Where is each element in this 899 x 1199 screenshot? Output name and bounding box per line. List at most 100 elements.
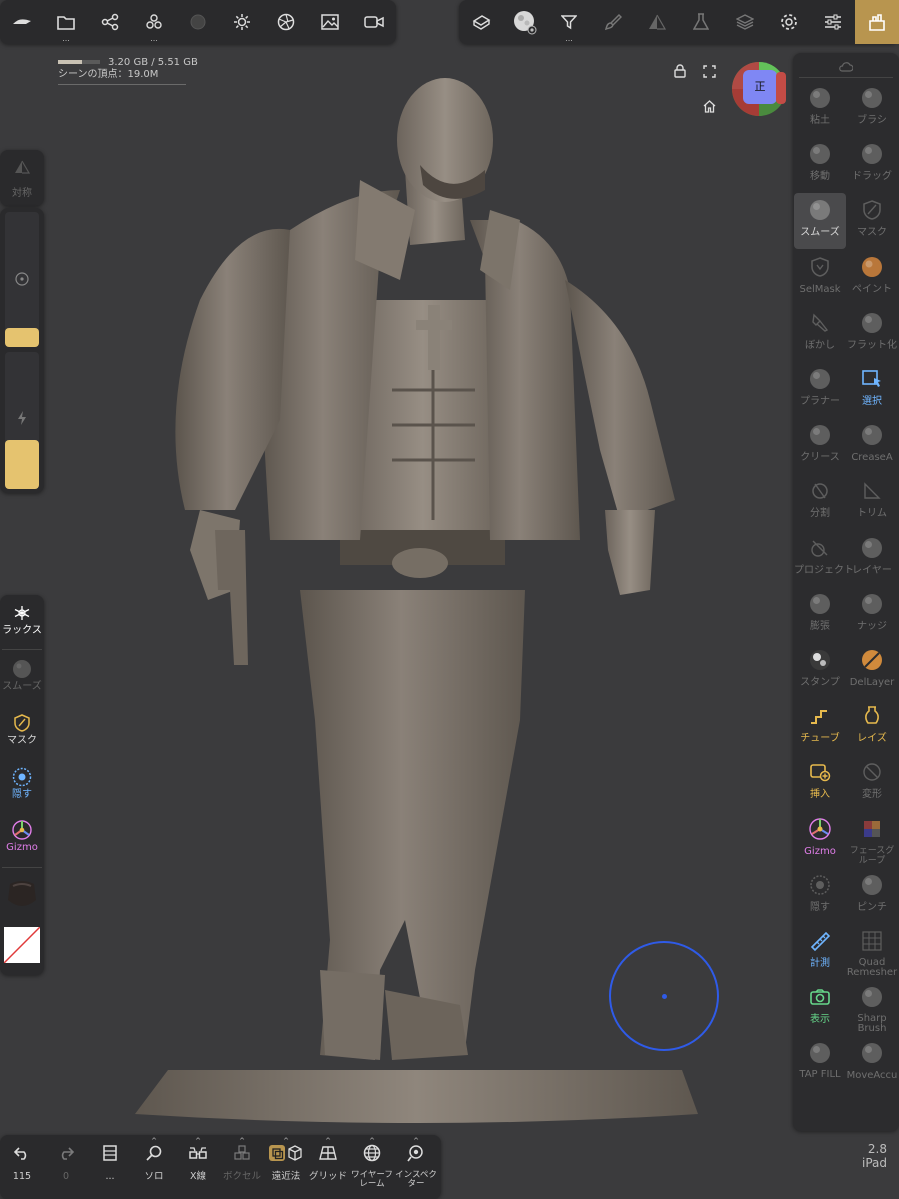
- paint-tools-button[interactable]: [591, 0, 635, 44]
- symmetry-panel[interactable]: 対称: [0, 150, 44, 206]
- lighting-button[interactable]: [220, 0, 264, 44]
- nudge-icon: [846, 587, 898, 621]
- mask-shortcut[interactable]: マスク: [0, 711, 44, 746]
- gizmo-shortcut[interactable]: Gizmo: [0, 818, 44, 853]
- tool-clay-brush[interactable]: 粘土: [794, 81, 846, 137]
- tool-measure[interactable]: 計測: [794, 924, 846, 980]
- material-preview[interactable]: [0, 875, 44, 913]
- tool-sharp-brush[interactable]: Sharp Brush: [846, 980, 898, 1036]
- bottom-xray-glasses-button[interactable]: ^ X線: [176, 1135, 220, 1191]
- tool-label: DelLayer: [849, 677, 895, 688]
- camera-button[interactable]: [352, 0, 396, 44]
- project-icon: [794, 531, 846, 565]
- tool-flatten[interactable]: フラット化: [846, 306, 898, 362]
- fullscreen-icon[interactable]: [700, 62, 718, 80]
- tool-project[interactable]: プロジェクト: [794, 531, 854, 587]
- tool-trim[interactable]: トリム: [846, 474, 898, 530]
- primitives-button[interactable]: ...: [132, 0, 176, 44]
- tool-paint[interactable]: ペイント: [846, 250, 898, 306]
- video-camera-icon: [364, 16, 384, 28]
- bottom-perspective-button[interactable]: ^ 遠近法: [262, 1135, 310, 1191]
- radius-slider-thumb[interactable]: [5, 328, 39, 347]
- smooth-shortcut[interactable]: スムーズ: [0, 657, 44, 692]
- measure-icon: [794, 924, 846, 958]
- tool-tap-fill[interactable]: TAP FILL: [794, 1036, 846, 1092]
- tool-move-brush[interactable]: 移動: [794, 137, 846, 193]
- brush-radius-indicator: [609, 941, 719, 1051]
- tool-pinch[interactable]: ピンチ: [846, 868, 898, 924]
- orientation-cube[interactable]: 正: [732, 62, 786, 116]
- smooth-shortcut-icon: [0, 657, 44, 681]
- tool-label: 挿入: [810, 789, 830, 801]
- tool-transform[interactable]: 変形: [846, 755, 898, 811]
- bottom-wireframe-button[interactable]: ^ ワイヤーフレーム: [350, 1135, 394, 1191]
- tool-smooth-brush[interactable]: スムーズ: [794, 193, 846, 250]
- symmetry-icon: [0, 150, 44, 184]
- paint-icon: [846, 250, 898, 284]
- app-logo-icon[interactable]: [0, 0, 44, 44]
- tool-view-camera[interactable]: 表示: [794, 980, 846, 1036]
- alpha-button[interactable]: [503, 0, 547, 44]
- tool-mask[interactable]: マスク: [846, 193, 898, 249]
- image-icon: [321, 14, 339, 30]
- tool-drag-brush[interactable]: ドラッグ: [846, 137, 898, 193]
- quad-remesher-icon: [846, 924, 898, 958]
- layers-button[interactable]: [723, 0, 767, 44]
- top-left-toolbar: ... ...: [0, 0, 396, 44]
- panel-header[interactable]: [799, 57, 893, 78]
- bottom-voxel-button[interactable]: ^ ボクセル: [220, 1135, 264, 1191]
- tool-hide[interactable]: 隠す: [794, 868, 846, 924]
- radius-slider[interactable]: [5, 212, 39, 347]
- tool-planar[interactable]: プラナー: [794, 362, 846, 418]
- tool-selmask[interactable]: SelMask: [794, 250, 846, 306]
- symmetry-top-button[interactable]: [635, 0, 679, 44]
- files-button[interactable]: ...: [44, 0, 88, 44]
- hide-shortcut[interactable]: 隠す: [0, 765, 44, 800]
- home-view-icon[interactable]: [700, 97, 718, 115]
- experimental-button[interactable]: [679, 0, 723, 44]
- shading-button[interactable]: [264, 0, 308, 44]
- bottom-grid-button[interactable]: ^ グリッド: [306, 1135, 350, 1191]
- tool-move-accu[interactable]: MoveAccu: [846, 1036, 898, 1092]
- tools-tab-button[interactable]: [855, 0, 899, 44]
- bottom-label: ソロ: [144, 1171, 164, 1182]
- relax-label: リラックス: [0, 625, 42, 636]
- flask-icon: [693, 13, 709, 30]
- tool-gizmo[interactable]: Gizmo: [794, 812, 846, 868]
- tool-settings-button[interactable]: [811, 0, 855, 44]
- stroke-settings-button[interactable]: [459, 0, 503, 44]
- tool-label: プロジェクト: [794, 564, 854, 576]
- tool-facegroup[interactable]: フェースグループ: [846, 812, 898, 868]
- background-button[interactable]: [308, 0, 352, 44]
- material-button[interactable]: [176, 0, 220, 44]
- tool-quad-remesher[interactable]: Quad Remesher: [846, 924, 898, 980]
- tool-label: 変形: [862, 789, 882, 801]
- bottom-redo-button[interactable]: 0: [44, 1135, 88, 1191]
- tool-split[interactable]: 分割: [794, 474, 846, 530]
- tool-inflate[interactable]: 膨張: [794, 587, 846, 643]
- scene-tree-button[interactable]: [88, 0, 132, 44]
- tool-select[interactable]: 選択: [846, 362, 898, 418]
- tool-tube[interactable]: チューブ: [794, 699, 846, 755]
- tool-del-layer[interactable]: DelLayer: [846, 643, 898, 699]
- tool-lathe[interactable]: レイズ: [846, 699, 898, 755]
- tool-label: ペイント: [852, 283, 892, 295]
- tool-nudge[interactable]: ナッジ: [846, 587, 898, 643]
- bottom-inspector-button[interactable]: ^ インスペクター: [394, 1135, 438, 1191]
- tool-smudge[interactable]: ぼかし: [794, 306, 846, 362]
- crease-icon: [794, 418, 846, 452]
- tool-stamp[interactable]: スタンプ: [794, 643, 846, 699]
- tool-crease-alpha[interactable]: CreaseA: [846, 418, 898, 474]
- bottom-scene-menu-button[interactable]: ...: [88, 1135, 132, 1191]
- settings-button[interactable]: [767, 0, 811, 44]
- tool-insert[interactable]: 挿入: [794, 755, 846, 811]
- bottom-undo-button[interactable]: 115: [0, 1135, 44, 1191]
- tool-crease[interactable]: クリース: [794, 418, 846, 474]
- relax-shortcut[interactable]: リラックス: [0, 601, 44, 636]
- tool-layer-brush[interactable]: レイヤー: [846, 531, 898, 587]
- filter-button[interactable]: ...: [547, 0, 591, 44]
- bottom-solo-search-button[interactable]: ^ ソロ: [132, 1135, 176, 1191]
- intensity-slider-thumb[interactable]: [5, 439, 39, 489]
- tool-standard-brush[interactable]: ブラシ: [846, 81, 898, 137]
- color-swatch[interactable]: [0, 925, 44, 965]
